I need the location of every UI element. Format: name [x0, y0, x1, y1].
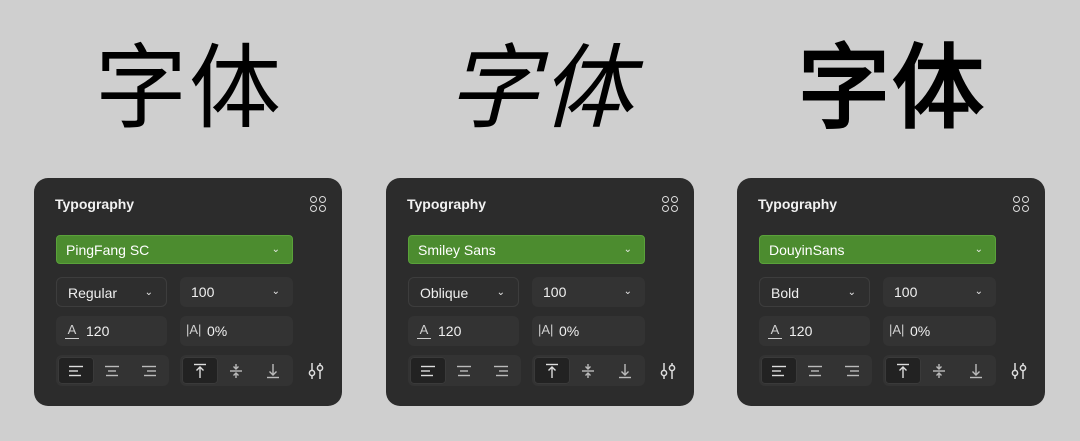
- typography-panel: Typography PingFang SC ⌄ Regular ⌄ 100 ⌄…: [34, 178, 342, 406]
- font-style-select[interactable]: Bold ⌄: [759, 277, 870, 307]
- font-family-value: Smiley Sans: [418, 242, 496, 258]
- typography-column-1: 字体 Typography PingFang SC ⌄ Regular ⌄ 10…: [34, 0, 344, 441]
- grid-dots-icon[interactable]: [310, 196, 326, 212]
- align-right-icon[interactable]: [483, 357, 519, 384]
- letter-spacing-value: 0%: [207, 323, 228, 339]
- chevron-down-icon: ⌄: [271, 244, 280, 255]
- line-height-icon: A: [64, 322, 80, 340]
- chevron-down-icon: ⌄: [623, 244, 632, 255]
- align-bottom-icon[interactable]: [255, 357, 291, 384]
- tune-icon[interactable]: [306, 362, 326, 380]
- font-style-select[interactable]: Oblique ⌄: [408, 277, 519, 307]
- line-height-value: 120: [438, 323, 462, 339]
- line-height-icon: A: [767, 322, 783, 340]
- letter-spacing-input[interactable]: |A| 0%: [180, 316, 293, 346]
- chevron-down-icon: ⌄: [847, 287, 856, 298]
- sample-text: 字体: [797, 35, 986, 142]
- horizontal-align-group: [408, 355, 521, 386]
- letter-spacing-icon: |A|: [186, 322, 202, 337]
- font-family-value: PingFang SC: [66, 242, 150, 258]
- font-family-select[interactable]: PingFang SC ⌄: [56, 235, 293, 264]
- line-height-input[interactable]: A 120: [408, 316, 519, 346]
- align-top-icon[interactable]: [885, 357, 922, 384]
- chevron-down-icon: ⌄: [496, 287, 505, 298]
- align-right-icon[interactable]: [834, 357, 870, 384]
- horizontal-align-group: [56, 355, 169, 386]
- align-middle-icon[interactable]: [570, 357, 606, 384]
- font-family-select[interactable]: DouyinSans ⌄: [759, 235, 996, 264]
- letter-spacing-icon: |A|: [889, 322, 905, 337]
- font-style-value: Oblique: [420, 285, 469, 301]
- align-bottom-icon[interactable]: [607, 357, 643, 384]
- vertical-align-group: [532, 355, 645, 386]
- chevron-down-icon: ⌄: [144, 287, 153, 298]
- chevron-down-icon: ⌄: [974, 244, 983, 255]
- align-left-icon[interactable]: [58, 357, 95, 384]
- align-center-icon[interactable]: [446, 357, 482, 384]
- font-size-value: 100: [543, 284, 567, 300]
- typography-panel: Typography Smiley Sans ⌄ Oblique ⌄ 100 ⌄…: [386, 178, 694, 406]
- sample-text: 字体: [94, 35, 283, 142]
- letter-spacing-icon: |A|: [538, 322, 554, 337]
- tune-icon[interactable]: [658, 362, 678, 380]
- vertical-align-group: [180, 355, 293, 386]
- chevron-down-icon: ⌄: [271, 286, 280, 297]
- typography-column-2: 字体 Typography Smiley Sans ⌄ Oblique ⌄ 10…: [386, 0, 696, 441]
- font-style-value: Bold: [771, 285, 800, 301]
- panel-title: Typography: [758, 196, 838, 212]
- typography-column-3: 字体 Typography DouyinSans ⌄ Bold ⌄ 100 ⌄ …: [737, 0, 1047, 441]
- line-height-input[interactable]: A 120: [56, 316, 167, 346]
- align-middle-icon[interactable]: [218, 357, 254, 384]
- font-family-value: DouyinSans: [769, 242, 845, 258]
- line-height-value: 120: [86, 323, 110, 339]
- letter-spacing-input[interactable]: |A| 0%: [532, 316, 645, 346]
- line-height-icon: A: [416, 322, 432, 340]
- font-family-select[interactable]: Smiley Sans ⌄: [408, 235, 645, 264]
- font-style-value: Regular: [68, 285, 118, 301]
- letter-spacing-input[interactable]: |A| 0%: [883, 316, 996, 346]
- align-center-icon[interactable]: [94, 357, 130, 384]
- align-top-icon[interactable]: [182, 357, 219, 384]
- panel-title: Typography: [55, 196, 135, 212]
- grid-dots-icon[interactable]: [662, 196, 678, 212]
- align-left-icon[interactable]: [761, 357, 798, 384]
- font-size-select[interactable]: 100 ⌄: [532, 277, 645, 307]
- letter-spacing-value: 0%: [559, 323, 580, 339]
- grid-dots-icon[interactable]: [1013, 196, 1029, 212]
- panel-title: Typography: [407, 196, 487, 212]
- font-size-select[interactable]: 100 ⌄: [883, 277, 996, 307]
- chevron-down-icon: ⌄: [623, 286, 632, 297]
- sample-text: 字体: [446, 35, 635, 142]
- align-top-icon[interactable]: [534, 357, 571, 384]
- align-right-icon[interactable]: [131, 357, 167, 384]
- font-size-select[interactable]: 100 ⌄: [180, 277, 293, 307]
- horizontal-align-group: [759, 355, 872, 386]
- letter-spacing-value: 0%: [910, 323, 931, 339]
- line-height-value: 120: [789, 323, 813, 339]
- font-style-select[interactable]: Regular ⌄: [56, 277, 167, 307]
- vertical-align-group: [883, 355, 996, 386]
- line-height-input[interactable]: A 120: [759, 316, 870, 346]
- align-center-icon[interactable]: [797, 357, 833, 384]
- align-bottom-icon[interactable]: [958, 357, 994, 384]
- font-size-value: 100: [894, 284, 918, 300]
- font-size-value: 100: [191, 284, 215, 300]
- chevron-down-icon: ⌄: [974, 286, 983, 297]
- align-left-icon[interactable]: [410, 357, 447, 384]
- align-middle-icon[interactable]: [921, 357, 957, 384]
- tune-icon[interactable]: [1009, 362, 1029, 380]
- typography-panel: Typography DouyinSans ⌄ Bold ⌄ 100 ⌄ A 1…: [737, 178, 1045, 406]
